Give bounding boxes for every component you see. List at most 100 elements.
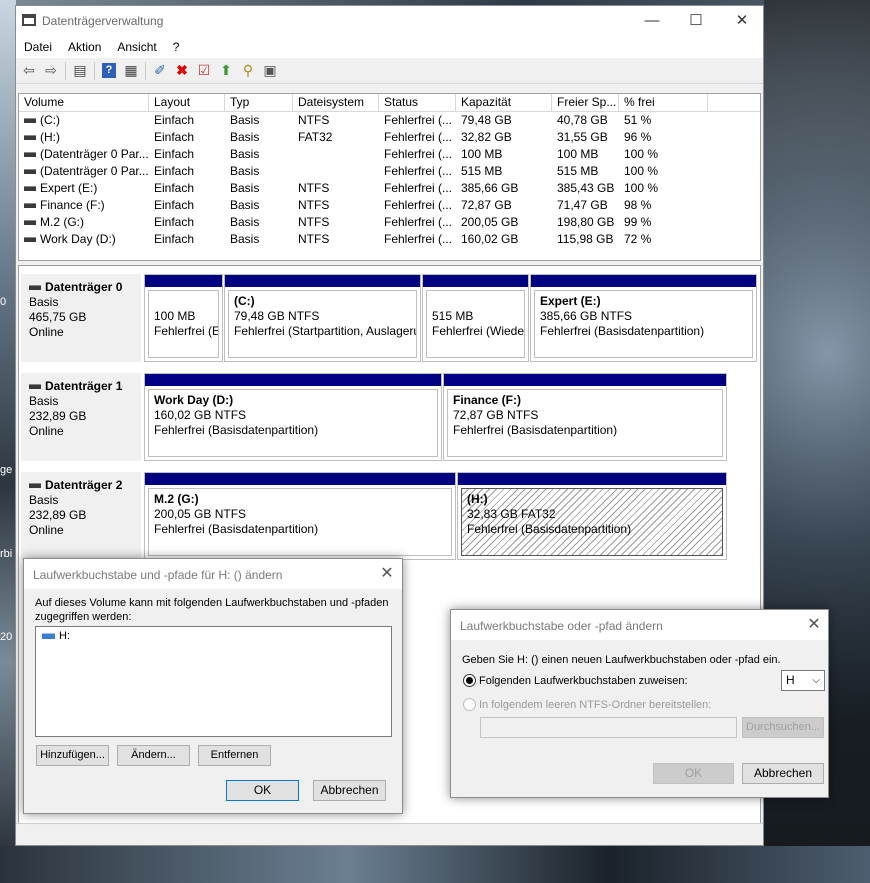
change-button[interactable]: Ändern... <box>117 745 190 766</box>
table-cell: 100 % <box>619 146 708 163</box>
close-icon[interactable]: ✕ <box>378 565 396 583</box>
back-arrow-icon[interactable]: ⇦ <box>18 61 40 81</box>
partition-bar <box>458 473 726 485</box>
menu-help[interactable]: ? <box>171 40 188 54</box>
disk-info[interactable]: Datenträger 2 Basis 232,89 GB Online <box>21 472 141 560</box>
table-cell: Basis <box>225 231 293 248</box>
column-header-type[interactable]: Typ <box>225 94 293 111</box>
disk-icon <box>29 285 41 290</box>
disk-name: Datenträger 2 <box>45 478 123 492</box>
connect-drive-icon[interactable]: ✐ <box>149 61 171 81</box>
table-row[interactable]: Finance (F:) Einfach Basis NTFS Fehlerfrei (… <box>19 197 760 214</box>
desktop-text-fragment: 0 <box>0 296 7 308</box>
column-header-layout[interactable]: Layout <box>149 94 225 111</box>
search-icon[interactable]: ⚲ <box>237 61 259 81</box>
partition-d[interactable]: Work Day (D:) 160,02 GB NTFS Fehlerfrei … <box>144 373 442 461</box>
partition-e[interactable]: Expert (E:) 385,66 GB NTFS Fehlerfrei (B… <box>530 274 757 362</box>
partition-h[interactable]: (H:) 32,83 GB FAT32 Fehlerfrei (Basisdat… <box>457 472 727 560</box>
table-cell <box>293 163 379 180</box>
column-header-filesystem[interactable]: Dateisystem <box>293 94 379 111</box>
title-bar[interactable]: Datenträgerverwaltung — ☐ ✕ <box>16 6 763 36</box>
column-header-percent-free[interactable]: % frei <box>619 94 708 111</box>
table-row[interactable]: M.2 (G:) Einfach Basis NTFS Fehlerfrei (... 2… <box>19 214 760 231</box>
cell-text: 100 MB <box>557 147 599 161</box>
column-header-capacity[interactable]: Kapazität <box>456 94 552 111</box>
disk-row: Datenträger 0 Basis 465,75 GB Online 100… <box>19 270 760 364</box>
help-icon[interactable]: ? <box>98 61 120 81</box>
partition-c[interactable]: (C:) 79,48 GB NTFS Fehlerfrei (Startpart… <box>224 274 421 362</box>
disk-info[interactable]: Datenträger 1 Basis 232,89 GB Online <box>21 373 141 461</box>
folder-path-input[interactable] <box>480 717 737 738</box>
toolbar-separator <box>94 61 95 80</box>
disk-info[interactable]: Datenträger 0 Basis 465,75 GB Online <box>21 274 141 362</box>
cell-text: Fehlerfrei (... <box>384 215 453 229</box>
column-header-volume[interactable]: Volume <box>19 94 149 111</box>
partition-f[interactable]: Finance (F:) 72,87 GB NTFS Fehlerfrei (B… <box>443 373 727 461</box>
up-folder-icon[interactable]: ⬆ <box>215 61 237 81</box>
cell-text: Einfach <box>154 215 195 229</box>
cell-text: Einfach <box>154 164 195 178</box>
assign-letter-radio[interactable] <box>463 674 476 687</box>
cell-text: (Datenträger 0 Par... <box>40 147 149 161</box>
ok-button[interactable]: OK <box>226 780 299 801</box>
drive-letter-paths-dialog: Laufwerkbuchstabe und -pfade für H: () ä… <box>23 558 403 814</box>
partition-efi[interactable]: 100 MB Fehlerfrei (EI <box>144 274 223 362</box>
volume-list-body: (C:) Einfach Basis NTFS Fehlerfrei (... 79,48… <box>19 112 760 248</box>
cell-text: M.2 (G:) <box>40 215 84 229</box>
disk-size: 465,75 GB <box>29 310 87 324</box>
settings-icon[interactable]: ▣ <box>259 61 281 81</box>
table-row[interactable]: (H:) Einfach Basis FAT32 Fehlerfrei (... 32,8… <box>19 129 760 146</box>
disk-type: Basis <box>29 295 59 309</box>
drive-letter-select[interactable]: H ⌵ <box>781 670 825 691</box>
cell-text: NTFS <box>298 113 330 127</box>
add-button[interactable]: Hinzufügen... <box>36 745 109 766</box>
disk-icon <box>29 483 41 488</box>
table-row[interactable]: (Datenträger 0 Par... Einfach Basis Fehlerf… <box>19 146 760 163</box>
partition-details: M.2 (G:) 200,05 GB NTFS Fehlerfrei (Basi… <box>148 488 452 556</box>
menu-view[interactable]: Ansicht <box>115 40 164 54</box>
table-row[interactable]: Expert (E:) Einfach Basis NTFS Fehlerfrei (.… <box>19 180 760 197</box>
drive-letter-listbox[interactable]: H: <box>35 626 392 737</box>
ok-button[interactable]: OK <box>653 763 734 784</box>
close-icon[interactable]: ✕ <box>805 616 823 634</box>
menu-file[interactable]: Datei <box>22 40 60 54</box>
cell-text: Fehlerfrei (... <box>384 198 453 212</box>
column-header-status[interactable]: Status <box>379 94 456 111</box>
close-button[interactable]: ✕ <box>732 11 752 31</box>
cell-text: Einfach <box>154 113 195 127</box>
table-cell: Basis <box>225 146 293 163</box>
remove-button[interactable]: Entfernen <box>198 745 271 766</box>
check-icon[interactable]: ☑ <box>193 61 215 81</box>
volume-list: Volume Layout Typ Dateisystem Status Kap… <box>18 93 761 261</box>
cell-text: 96 % <box>624 130 652 144</box>
cancel-button[interactable]: Abbrechen <box>313 780 386 801</box>
table-row[interactable]: Work Day (D:) Einfach Basis NTFS Fehlerfrei … <box>19 231 760 248</box>
cell-text: Fehlerfrei (... <box>384 164 453 178</box>
delete-icon[interactable]: ✖ <box>171 61 193 81</box>
table-cell: 32,82 GB <box>456 129 552 146</box>
maximize-button[interactable]: ☐ <box>686 11 706 31</box>
forward-arrow-icon[interactable]: ⇨ <box>40 61 62 81</box>
cancel-button[interactable]: Abbrechen <box>742 763 824 784</box>
table-row[interactable]: (Datenträger 0 Par... Einfach Basis Fehlerf… <box>19 163 760 180</box>
minimize-button[interactable]: — <box>642 11 662 31</box>
partition-recovery[interactable]: 515 MB Fehlerfrei (Wieder <box>422 274 529 362</box>
dialog-title-bar[interactable]: Laufwerkbuchstabe und -pfade für H: () ä… <box>24 559 402 589</box>
cell-text: 32,82 GB <box>461 130 512 144</box>
console-tree-icon[interactable]: ▤ <box>69 61 91 81</box>
dialog-title-bar[interactable]: Laufwerkbuchstabe oder -pfad ändern ✕ <box>451 610 828 640</box>
cell-text: 515 MB <box>461 164 503 178</box>
menu-action[interactable]: Aktion <box>66 40 109 54</box>
partition-g[interactable]: M.2 (G:) 200,05 GB NTFS Fehlerfrei (Basi… <box>144 472 456 560</box>
table-row[interactable]: (C:) Einfach Basis NTFS Fehlerfrei (... 79,48… <box>19 112 760 129</box>
cell-text: FAT32 <box>298 130 333 144</box>
column-header-free-space[interactable]: Freier Sp... <box>552 94 619 111</box>
chevron-down-icon: ⌵ <box>812 675 820 686</box>
mount-folder-radio[interactable] <box>463 698 476 711</box>
properties-icon[interactable]: ▦ <box>120 61 142 81</box>
disk-name: Datenträger 0 <box>45 280 123 294</box>
partition-details: Finance (F:) 72,87 GB NTFS Fehlerfrei (B… <box>447 389 723 457</box>
list-item[interactable]: H: <box>36 627 391 642</box>
browse-button[interactable]: Durchsuchen... <box>742 717 824 738</box>
cell-text: (H:) <box>40 130 60 144</box>
